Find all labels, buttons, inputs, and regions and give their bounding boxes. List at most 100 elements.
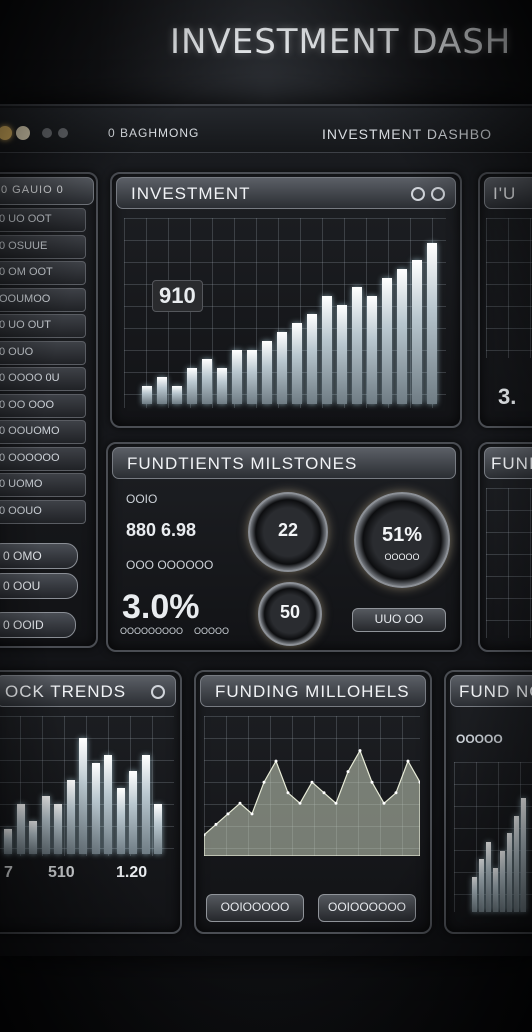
- window-dot-icon[interactable]: [58, 128, 68, 138]
- gauge-value: 22: [277, 520, 299, 540]
- funding-data-point: [262, 780, 266, 784]
- milestone-action-button[interactable]: UUO OO: [352, 608, 446, 632]
- milestone-gauge: 51% OOOOO: [354, 492, 450, 588]
- pill-label: 0 OOID: [3, 618, 44, 632]
- chart-bar: [142, 386, 152, 404]
- topbar-nav-label[interactable]: 0 BAGHMONG: [108, 126, 199, 140]
- sidebar-item[interactable]: 0 UOMO: [0, 473, 86, 497]
- sidebar-item-label: 0 OOUOMO: [0, 425, 60, 437]
- sidebar-pill-button[interactable]: 0 OOID: [0, 612, 76, 638]
- funding-data-point: [238, 801, 242, 805]
- funding-panel-title: FUNDING MILLOHELS: [215, 682, 410, 701]
- chart-bar: [367, 296, 377, 404]
- chart-bar: [479, 859, 484, 912]
- fund-right-panel: FUND NG OOOOO: [444, 670, 532, 934]
- sidebar-item-label: 0 OM OOT: [0, 266, 53, 278]
- chart-bar: [4, 829, 12, 854]
- chart-bar: [521, 798, 526, 912]
- funding-data-point: [226, 812, 230, 816]
- sidebar-item[interactable]: 0 OOUOMO: [0, 420, 86, 444]
- panel-option-icon[interactable]: [411, 187, 425, 201]
- chart-bar: [514, 815, 519, 912]
- chart-bar: [79, 738, 87, 854]
- sidebar-item-label: 0 OOOO 0U: [0, 372, 60, 384]
- right-mid-panel-title: FUNI: [491, 454, 532, 473]
- sidebar-item-label: 0 OOOOOO: [0, 451, 60, 464]
- sidebar-item[interactable]: 0 OOOO 0U: [0, 367, 86, 391]
- funding-data-point: [394, 791, 398, 795]
- top-right-grid: [486, 218, 532, 358]
- milestone-big-percentage: 3.0%: [122, 588, 200, 626]
- chart-bar: [307, 314, 317, 404]
- milestone-stat-sub: OOO OOOOOO: [126, 558, 214, 572]
- funding-data-point: [322, 791, 326, 795]
- panel-option-icon[interactable]: [151, 685, 165, 699]
- chart-bar: [352, 287, 362, 404]
- chart-bar: [157, 377, 167, 404]
- chart-bar: [202, 359, 212, 404]
- stock-trends-chart: [4, 732, 164, 854]
- button-label: OOIOOOOO: [220, 900, 290, 914]
- stock-trends-panel: OCK TRENDS 7 510 1.20: [0, 670, 182, 934]
- sidebar-item[interactable]: 0 UO OUT: [0, 314, 86, 338]
- chart-bar: [277, 332, 287, 404]
- chart-bar: [154, 804, 162, 854]
- sidebar-header[interactable]: 0 GAUIO 0: [0, 177, 94, 205]
- right-mid-panel-header: FUNI: [484, 447, 532, 479]
- sidebar-item[interactable]: 0 OOOOOO: [0, 446, 86, 471]
- funding-data-point: [334, 801, 338, 805]
- sidebar-item[interactable]: 0 OUO: [0, 340, 86, 365]
- sidebar-item[interactable]: OOUMOO: [0, 287, 86, 312]
- sidebar-item[interactable]: 0 UO OOT: [0, 208, 86, 232]
- milestone-big-sub: OOOOOOOOO: [120, 626, 184, 636]
- sidebar-item-label: 0 OO OOO: [0, 398, 55, 411]
- chart-bar: [397, 269, 407, 404]
- chart-bar: [322, 296, 332, 404]
- milestone-stat-small: OOIO: [126, 492, 158, 506]
- chart-bar: [507, 833, 512, 912]
- stock-trends-panel-header: OCK TRENDS: [0, 675, 176, 707]
- sidebar-item[interactable]: 0 OO OOO: [0, 393, 86, 418]
- pill-label: 0 OMO: [3, 549, 42, 563]
- window-dot-icon[interactable]: [42, 128, 52, 138]
- chart-bar: [16, 804, 25, 854]
- chart-bar: [427, 242, 437, 404]
- funding-data-point: [346, 770, 350, 774]
- pill-label: 0 OOU: [3, 579, 41, 593]
- chart-bar: [337, 305, 347, 404]
- sidebar-item[interactable]: 0 OSUUE: [0, 234, 86, 259]
- chart-bar: [472, 876, 477, 912]
- funding-data-point: [370, 780, 374, 784]
- gauge-value: 51%: [381, 524, 423, 546]
- funding-data-point: [310, 780, 314, 784]
- milestone-big-sub: OOOOO: [194, 626, 230, 636]
- button-label: OOIOOOOOO: [327, 900, 406, 914]
- sidebar-item[interactable]: 0 OOUO: [0, 499, 86, 524]
- sidebar-item-label: 0 UO OUT: [0, 319, 51, 331]
- sidebar-item-label: OOUMOO: [0, 292, 51, 305]
- milestones-panel-title: FUNDTIENTS MILSTONES: [127, 454, 358, 473]
- sidebar-item-label: 0 OUO: [0, 345, 34, 358]
- funding-panel: FUNDING MILLOHELS OOIOOOOO OOIOOOOOO: [194, 670, 432, 934]
- funding-action-button[interactable]: OOIOOOOO: [206, 894, 304, 922]
- milestone-gauge: 50: [258, 582, 322, 646]
- investment-panel: INVESTMENT 910: [110, 172, 462, 428]
- chart-bar: [262, 341, 272, 404]
- funding-panel-header: FUNDING MILLOHELS: [200, 675, 426, 707]
- sidebar-pill-button[interactable]: 0 OMO: [0, 543, 78, 569]
- stock-trends-panel-title: OCK TRENDS: [5, 682, 127, 701]
- funding-action-button[interactable]: OOIOOOOOO: [318, 894, 416, 922]
- chart-bar: [116, 787, 125, 854]
- funding-data-point: [250, 812, 254, 816]
- stock-trend-label: 510: [48, 864, 75, 881]
- window-dot-icon[interactable]: [16, 126, 30, 140]
- panel-option-icon[interactable]: [431, 187, 445, 201]
- chart-bar: [91, 762, 100, 854]
- funding-data-point: [298, 801, 302, 805]
- sidebar-pill-button[interactable]: 0 OOU: [0, 573, 78, 599]
- right-mid-panel: FUNI: [478, 442, 532, 652]
- sidebar-item[interactable]: 0 OM OOT: [0, 261, 86, 285]
- investment-chart: [142, 234, 442, 404]
- top-right-panel-header: I'U: [484, 177, 532, 209]
- chart-bar: [486, 841, 491, 912]
